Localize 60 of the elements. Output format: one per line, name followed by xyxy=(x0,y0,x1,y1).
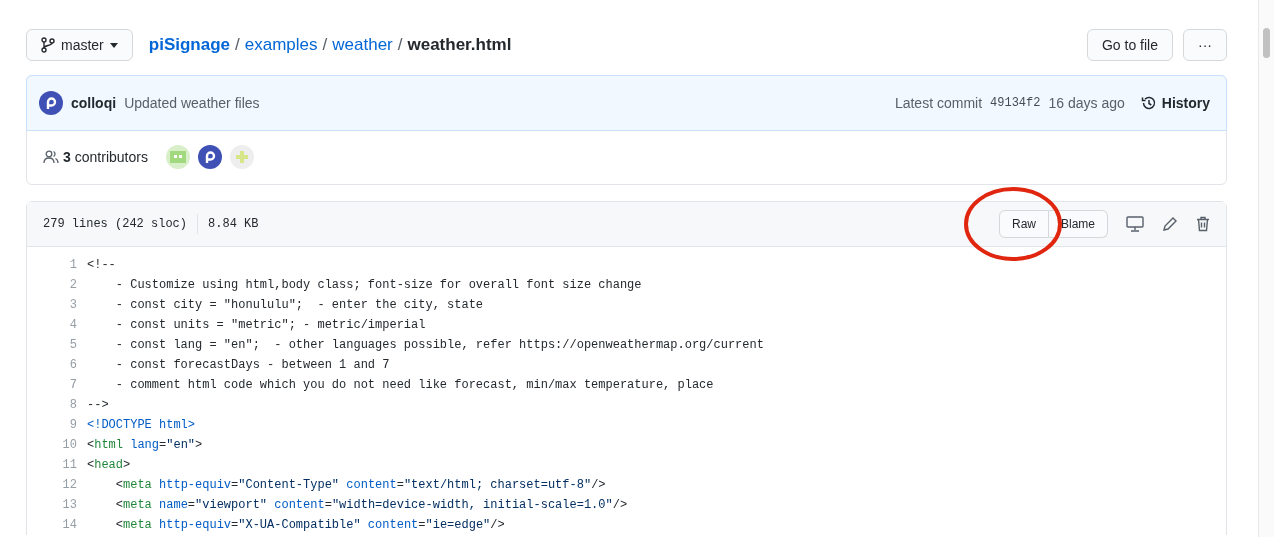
line-number: 13 xyxy=(61,498,78,512)
blame-button[interactable]: Blame xyxy=(1049,210,1108,238)
avatar-icon[interactable] xyxy=(197,145,222,169)
path-separator: / xyxy=(397,35,403,55)
breadcrumb-link[interactable]: examples xyxy=(244,35,318,55)
latest-commit-label: Latest commit xyxy=(894,95,983,111)
go-to-file-button[interactable]: Go to file xyxy=(1086,29,1173,61)
caret-icon xyxy=(109,42,118,48)
code-line: <meta http-equiv="Content-Type" content="text/html; charset=utf-8"/> xyxy=(114,478,606,492)
commit-sha[interactable]: 49134f2 xyxy=(990,96,1041,110)
code-line: <!-- xyxy=(87,258,116,272)
branch-icon xyxy=(41,37,55,53)
commit-age: 16 days ago xyxy=(1048,95,1125,111)
history-link[interactable]: History xyxy=(1140,95,1210,111)
more-button[interactable]: ··· xyxy=(1183,29,1227,61)
line-number: 10 xyxy=(61,438,78,452)
line-number: 5 xyxy=(68,338,78,352)
code-line: <meta name="viewport" content="width=device-width, initial-scale=1.0"/> xyxy=(114,498,628,512)
file-size: 8.84 KB xyxy=(208,217,259,231)
contributor-count: 3 xyxy=(63,149,71,165)
line-number: 2 xyxy=(68,278,78,292)
contributors-label: contributors xyxy=(74,149,148,165)
code-line: - comment html code which you do not need like forecast, min/max temperature, place xyxy=(114,378,714,392)
line-number: 9 xyxy=(68,418,78,432)
path-separator: / xyxy=(322,35,328,55)
line-number: 11 xyxy=(61,458,78,472)
code-line: <html lang="en"> xyxy=(87,438,203,452)
code-line: <head> xyxy=(87,458,131,472)
breadcrumb-link[interactable]: piSignage xyxy=(148,35,231,55)
commit-author[interactable]: colloqi xyxy=(71,95,117,111)
line-number: 3 xyxy=(68,298,78,312)
line-number: 7 xyxy=(68,378,78,392)
pencil-icon[interactable] xyxy=(1162,216,1178,232)
path-separator: / xyxy=(235,35,240,55)
line-count: 279 lines (242 sloc) xyxy=(43,217,188,231)
commit-message[interactable]: Updated weather files xyxy=(124,95,887,111)
line-number: 12 xyxy=(61,478,78,492)
code-line: - const forecastDays - between 1 and 7 xyxy=(114,358,390,372)
code-line: - const city = "honululu"; - enter the city, state xyxy=(114,298,484,312)
raw-button[interactable]: Raw xyxy=(998,210,1049,238)
line-number: 8 xyxy=(68,398,78,412)
code-line: - const lang = "en"; - other languages possible, refer https://openweathermap.org/current xyxy=(114,338,764,352)
code-line: <meta http-equiv="X-UA-Compatible" content="ie=edge"/> xyxy=(114,518,505,532)
line-number: 14 xyxy=(61,518,78,532)
code-line: <!DOCTYPE html> xyxy=(87,418,196,432)
scrollbar[interactable] xyxy=(1258,0,1274,537)
branch-button[interactable]: master xyxy=(26,29,133,61)
line-number: 6 xyxy=(68,358,78,372)
line-number: 1 xyxy=(68,258,78,272)
code-line: --> xyxy=(87,398,109,412)
line-number: 4 xyxy=(68,318,78,332)
code-line: - Customize using html,body class; font-size for overall font size change xyxy=(114,278,642,292)
monitor-icon[interactable] xyxy=(1126,216,1144,232)
breadcrumb-link[interactable]: weather xyxy=(332,35,393,55)
history-icon xyxy=(1140,95,1157,111)
trash-icon[interactable] xyxy=(1196,216,1210,232)
avatar-icon[interactable] xyxy=(39,91,63,115)
people-icon xyxy=(43,150,59,164)
code-line: - const units = "metric"; - metric/imperial xyxy=(114,318,426,332)
file-name: weather.html xyxy=(407,35,512,55)
